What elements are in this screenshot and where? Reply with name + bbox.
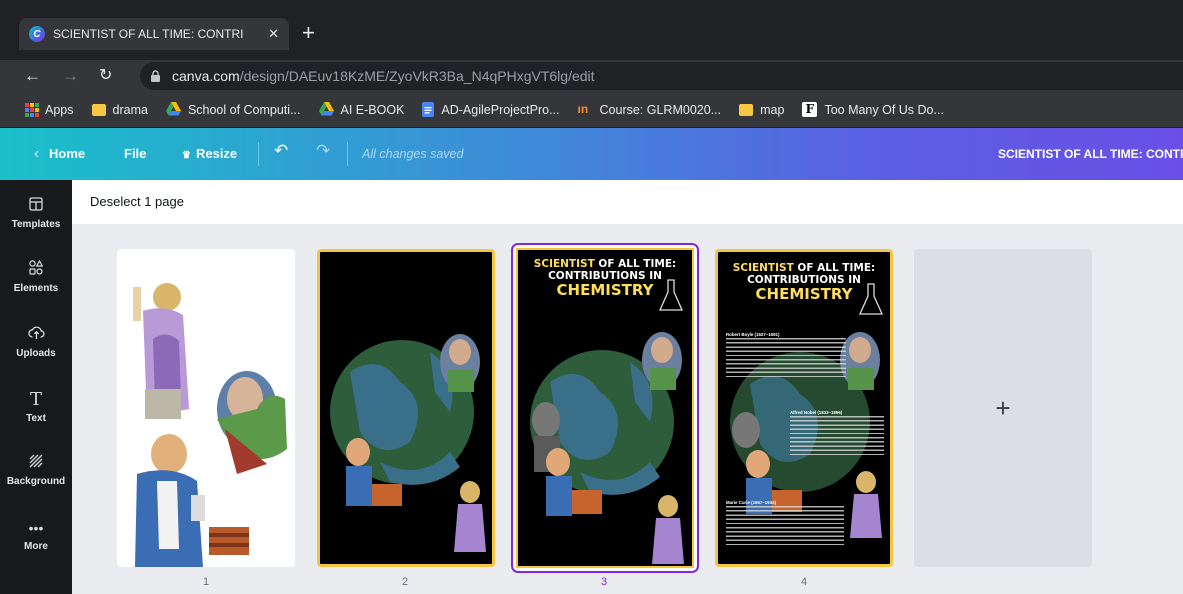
sidebar-item-uploads[interactable]: Uploads — [0, 325, 72, 359]
resize-button[interactable]: ♛ Resize — [182, 146, 237, 164]
body-text-lines — [726, 506, 844, 548]
bookmark-label: AI E-BOOK — [340, 102, 405, 117]
sidebar-item-more[interactable]: ••• More — [0, 518, 72, 552]
home-button[interactable]: ‹ Home — [34, 146, 85, 162]
earth-poster-art — [330, 334, 486, 552]
deselect-page-button[interactable]: Deselect 1 page — [90, 194, 184, 209]
page-thumbnail-4[interactable]: SCIENTIST OF ALL TIME: CONTRIBUTIONS IN … — [715, 249, 893, 567]
save-status: All changes saved — [362, 147, 464, 161]
address-bar[interactable]: canva.com/design/DAEuv18KzME/ZyoVkR3Ba_N… — [140, 62, 1183, 90]
bookmarks-bar: Apps drama School of Computi... AI E-BOO… — [0, 92, 1183, 128]
bookmark-ai-ebook[interactable]: AI E-BOOK — [318, 102, 405, 117]
undo-icon[interactable]: ↶ — [274, 142, 288, 159]
bookmark-drama[interactable]: drama — [91, 102, 148, 117]
address-bar-row: ← → ↻ canva.com/design/DAEuv18KzME/ZyoVk… — [0, 60, 1183, 92]
page-thumbnail-2[interactable] — [317, 249, 495, 567]
design-title[interactable]: SCIENTIST OF ALL TIME: CONTR — [998, 146, 1183, 162]
text-icon: T — [29, 389, 42, 410]
page-selection-bar: Deselect 1 page — [72, 180, 1183, 224]
reload-icon[interactable]: ↻ — [99, 66, 112, 86]
editor-menu-bar: ‹ Home File ♛ Resize ↶ ↷ All changes saved… — [0, 128, 1183, 180]
f-site-icon: F — [802, 102, 818, 117]
bookmark-label: Apps — [45, 102, 74, 117]
back-arrow-icon[interactable]: ← — [24, 66, 41, 86]
bookmark-label: AD-AgileProjectPro... — [441, 102, 560, 117]
more-icon: ••• — [28, 520, 44, 536]
elements-icon — [0, 259, 72, 280]
page-number-1: 1 — [202, 576, 210, 588]
new-tab-button[interactable]: + — [302, 20, 315, 46]
browser-tab-bar: C SCIENTIST OF ALL TIME: CONTRI ✕ + — [0, 0, 1183, 60]
toolbar-divider — [347, 142, 348, 166]
curie-paragraph: Marie Curie (1867–1934) — [726, 500, 844, 548]
sidebar-item-elements[interactable]: Elements — [0, 259, 72, 294]
browser-tab[interactable]: C SCIENTIST OF ALL TIME: CONTRI ✕ — [19, 18, 289, 50]
url-domain: canva.com — [172, 68, 240, 84]
forward-arrow-icon[interactable]: → — [62, 66, 79, 86]
bookmark-too-many[interactable]: F Too Many Of Us Do... — [802, 102, 944, 117]
file-menu-button[interactable]: File — [124, 146, 146, 162]
lock-icon — [150, 70, 162, 82]
redo-icon[interactable]: ↷ — [316, 142, 330, 159]
nobel-paragraph: Alfred Nobel (1833–1896) — [790, 410, 884, 456]
bookmark-map[interactable]: map — [739, 103, 784, 117]
tab-title: SCIENTIST OF ALL TIME: CONTRI — [53, 27, 244, 41]
plus-icon: + — [995, 392, 1011, 423]
page-number-3: 3 — [600, 576, 608, 588]
crown-icon: ♛ — [182, 150, 191, 161]
page-thumbnail-3-selected[interactable]: SCIENTIST OF ALL TIME: CONTRIBUTIONS IN … — [511, 243, 699, 573]
close-tab-icon[interactable]: ✕ — [268, 26, 279, 42]
add-page-button[interactable]: + — [914, 249, 1092, 567]
url-path: /design/DAEuv18KzME/ZyoVkR3Ba_N4qPHxgVT6… — [239, 68, 595, 84]
google-docs-icon — [422, 102, 435, 117]
bookmark-school[interactable]: School of Computi... — [165, 102, 301, 117]
left-sidebar: Templates Elements Uploads T Text Backgr… — [0, 180, 72, 594]
earth-poster-art — [530, 279, 684, 564]
body-text-lines — [726, 338, 846, 378]
toolbar-divider — [258, 142, 259, 166]
bookmark-label: School of Computi... — [187, 102, 301, 117]
bookmark-agile[interactable]: AD-AgileProjectPro... — [422, 102, 560, 117]
bookmark-label: Course: GLRM0020... — [599, 102, 722, 117]
canva-favicon-icon: C — [29, 26, 45, 42]
poster-canvas: SCIENTIST OF ALL TIME: CONTRIBUTIONS IN … — [516, 248, 694, 568]
body-text-lines — [790, 416, 884, 456]
page-number-4: 4 — [800, 576, 808, 588]
chevron-left-icon: ‹ — [34, 145, 39, 162]
bookmark-label: map — [760, 102, 785, 117]
sidebar-item-background[interactable]: Background — [0, 453, 72, 487]
page-thumbnail-1[interactable] — [117, 249, 295, 567]
folder-icon — [739, 103, 754, 116]
apps-grid-icon — [25, 102, 39, 117]
course-site-icon: ın — [577, 102, 589, 116]
sidebar-item-text[interactable]: T Text — [0, 389, 72, 425]
sidebar-item-templates[interactable]: Templates — [0, 196, 72, 230]
folder-icon — [91, 103, 106, 116]
bookmark-course[interactable]: ın Course: GLRM0020... — [578, 102, 722, 117]
templates-icon — [0, 196, 72, 216]
uploads-icon — [0, 325, 72, 345]
page-number-2: 2 — [401, 576, 409, 588]
scientist-illustrations — [133, 283, 287, 567]
boyle-paragraph: Robert Boyle (1627–1691) — [726, 332, 846, 378]
bookmark-label: Too Many Of Us Do... — [824, 102, 944, 117]
background-icon — [0, 453, 72, 473]
google-drive-icon — [165, 102, 181, 117]
bookmark-apps[interactable]: Apps — [25, 102, 74, 117]
bookmark-label: drama — [112, 102, 148, 117]
google-drive-icon — [318, 102, 334, 117]
